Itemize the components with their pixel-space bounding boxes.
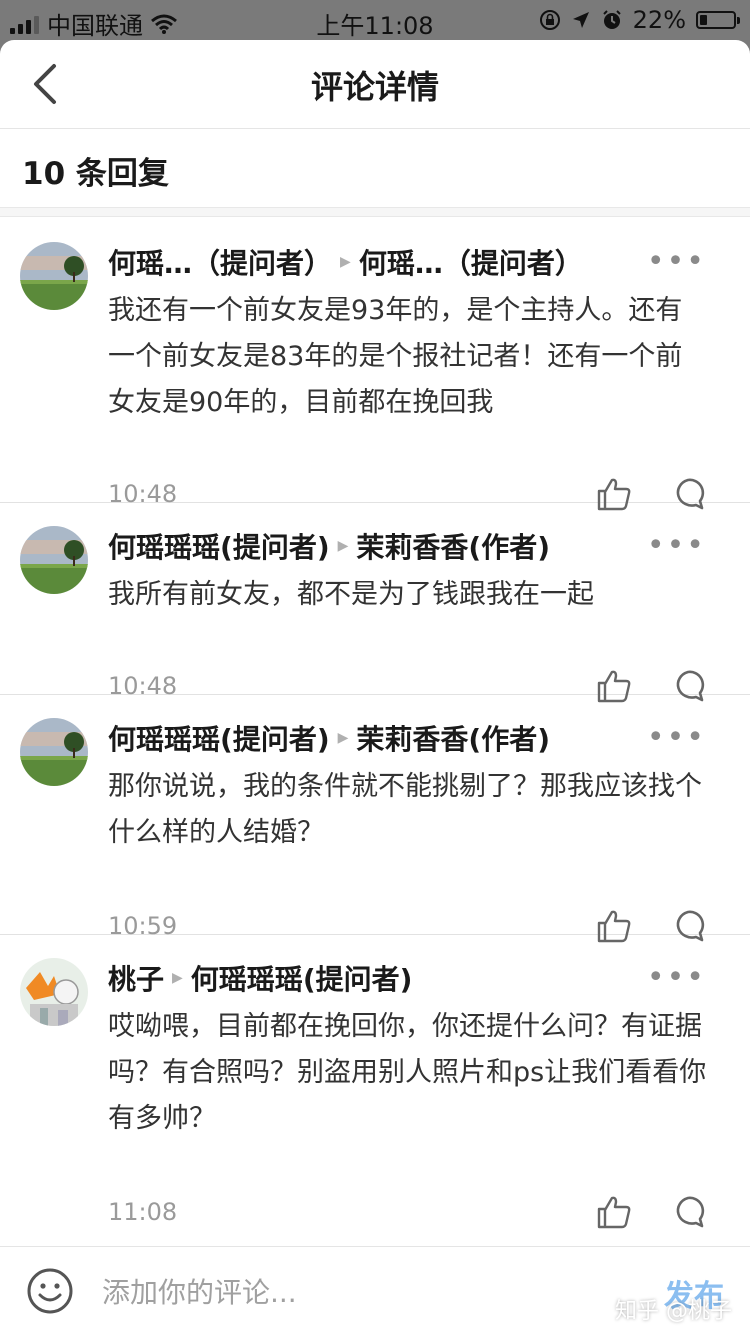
comment-item: 何瑶… （提问者） ▶ 何瑶… （提问者） ••• 我还有一个前女友是93年的，… (0, 218, 750, 511)
author-name[interactable]: 何瑶瑶瑶 (108, 718, 220, 758)
reply-to-role: (作者) (468, 723, 551, 756)
reply-to-name[interactable]: 茉莉香香 (356, 526, 468, 566)
author-name[interactable]: 何瑶… (108, 242, 192, 282)
comment-text: 哎呦喂，目前都在挽回你，你还提什么问？有证据吗？有合照吗？别盗用别人照片和ps让… (108, 1011, 707, 1134)
reply-arrow-icon: ▶ (337, 538, 349, 554)
more-button[interactable]: ••• (647, 528, 706, 563)
comment-bubble-icon (676, 1196, 705, 1228)
landscape-avatar-icon (20, 526, 88, 594)
section-divider (0, 207, 750, 217)
like-button[interactable] (596, 1194, 632, 1230)
landscape-avatar-icon (20, 718, 88, 786)
comment-item: 何瑶瑶瑶 (提问者) ▶ 茉莉香香 (作者) ••• 那你说说，我的条件就不能挑… (0, 694, 750, 943)
more-button[interactable]: ••• (647, 244, 706, 279)
reply-count: 10 条回复 (22, 156, 169, 192)
nav-bar: 评论详情 (0, 40, 750, 129)
reply-arrow-icon: ▶ (337, 730, 349, 746)
thumbs-up-icon (597, 1196, 631, 1229)
battery-percent: 22% (632, 6, 686, 34)
avatar[interactable] (20, 718, 88, 786)
comment-header: 何瑶… （提问者） ▶ 何瑶… （提问者） (108, 242, 660, 282)
comment-text: 我所有前女友，都不是为了钱跟我在一起 (108, 579, 594, 610)
author-role: (提问者) (220, 723, 330, 756)
comment-header: 何瑶瑶瑶 (提问者) ▶ 茉莉香香 (作者) (108, 526, 660, 566)
comment-input-bar: 发布 知乎 @桃子 (0, 1246, 750, 1334)
reply-to-role: (作者) (468, 531, 551, 564)
cartoon-avatar-icon (20, 958, 88, 1026)
comment-header: 桃子 ▶ 何瑶瑶瑶 (提问者) (108, 958, 660, 998)
watermark: 知乎 @桃子 (615, 1299, 732, 1324)
author-role: （提问者） (192, 247, 333, 280)
avatar[interactable] (20, 958, 88, 1026)
more-button[interactable]: ••• (647, 720, 706, 755)
reply-to-name[interactable]: 茉莉香香 (356, 718, 468, 758)
comment-time: 11:08 (108, 1198, 178, 1226)
reply-arrow-icon: ▶ (340, 254, 351, 270)
comment-input[interactable] (100, 1271, 564, 1313)
reply-to-role: （提问者） (442, 247, 583, 280)
avatar[interactable] (20, 242, 88, 310)
author-name[interactable]: 桃子 (108, 958, 164, 998)
battery-icon (696, 11, 740, 29)
comment-item: 桃子 ▶ 何瑶瑶瑶 (提问者) ••• 哎呦喂，目前都在挽回你，你还提什么问？有… (0, 934, 750, 1246)
author-role: (提问者) (220, 531, 330, 564)
reply-arrow-icon: ▶ (172, 970, 183, 986)
status-bar: 中国联通 上午11:08 22% (0, 0, 750, 40)
reply-to-role: (提问者) (302, 963, 413, 996)
comment-text: 我还有一个前女友是93年的，是个主持人。还有一个前女友是83年的是个报社记者！还… (108, 295, 683, 418)
orientation-lock-icon (539, 10, 560, 30)
alarm-icon (602, 10, 621, 29)
landscape-avatar-icon (20, 242, 88, 310)
emoji-button[interactable] (26, 1267, 74, 1315)
comment-text: 那你说说，我的条件就不能挑剔了？那我应该找个什么样的人结婚？ (108, 771, 702, 848)
comment-item: 何瑶瑶瑶 (提问者) ▶ 茉莉香香 (作者) ••• 我所有前女友，都不是为了钱… (0, 502, 750, 703)
battery-fill (700, 15, 708, 25)
comment-header: 何瑶瑶瑶 (提问者) ▶ 茉莉香香 (作者) (108, 718, 660, 758)
avatar[interactable] (20, 526, 88, 594)
smiley-icon (27, 1268, 73, 1314)
more-button[interactable]: ••• (647, 960, 706, 995)
reply-to-name[interactable]: 何瑶… (359, 242, 443, 282)
reply-to-name[interactable]: 何瑶瑶瑶 (191, 958, 303, 998)
status-right: 22% (539, 6, 740, 34)
location-icon (572, 12, 589, 28)
reply-button[interactable] (670, 1194, 706, 1230)
author-name[interactable]: 何瑶瑶瑶 (108, 526, 220, 566)
comment-detail-sheet: 评论详情 10 条回复 何瑶… （提问者） ▶ 何瑶… （提问者） ••• 我还… (0, 40, 750, 1334)
page-title: 评论详情 (310, 68, 439, 106)
